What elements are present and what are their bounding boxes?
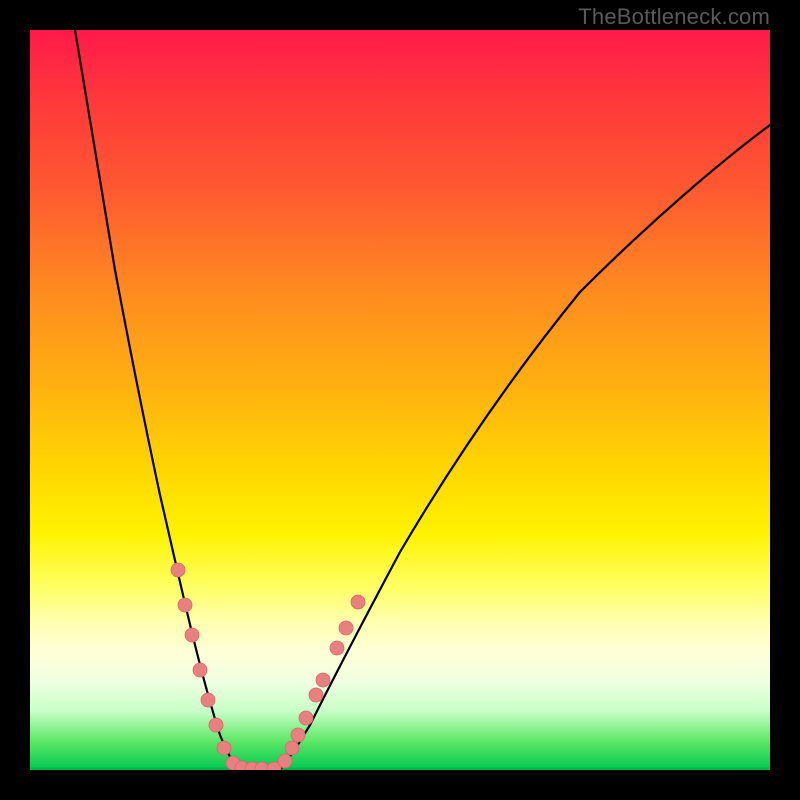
watermark-text: TheBottleneck.com [578, 4, 770, 30]
data-marker [201, 693, 215, 707]
data-marker [209, 718, 223, 732]
marker-group-bottom [235, 761, 281, 770]
chart-svg [30, 30, 770, 770]
data-marker [330, 641, 344, 655]
data-marker [316, 673, 330, 687]
left-curve [75, 30, 240, 770]
data-marker [185, 628, 199, 642]
data-marker [299, 711, 313, 725]
data-marker [217, 741, 231, 755]
right-curve [280, 125, 770, 770]
data-marker [193, 663, 207, 677]
data-marker [278, 754, 292, 768]
data-marker [351, 595, 365, 609]
data-marker [339, 621, 353, 635]
marker-group-right [278, 595, 365, 768]
data-marker [291, 728, 305, 742]
data-marker [309, 688, 323, 702]
data-marker [285, 741, 299, 755]
data-marker [178, 598, 192, 612]
chart-frame: TheBottleneck.com [0, 0, 800, 800]
data-marker [171, 563, 185, 577]
marker-group-left [171, 563, 240, 770]
